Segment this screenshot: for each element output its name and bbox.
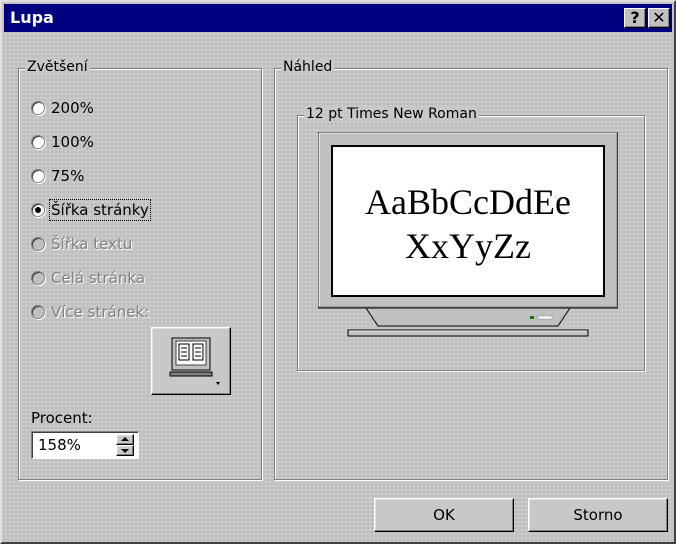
radio-many-pages: Více stránek: [31, 301, 149, 323]
percent-spinbox[interactable]: 158% [31, 431, 139, 459]
radio-button-icon [31, 101, 45, 115]
percent-label: Procent: [31, 409, 93, 427]
close-button[interactable]: ✕ [648, 8, 670, 28]
font-preview-groupbox: 12 pt Times New Roman AaBbCcDdEe XxYyZz [297, 106, 645, 371]
cancel-button[interactable]: Storno [528, 498, 668, 532]
radio-button-icon [31, 271, 45, 285]
zoom-groupbox: Zvětšení 200% 100% 75% Šířka stránky Šíř… [18, 59, 262, 480]
radio-button-icon [31, 305, 45, 319]
radio-label: 200% [51, 99, 94, 117]
zoom-dialog: Lupa ? ✕ Zvětšení 200% 100% 75% Šířka st… [0, 0, 676, 544]
radio-button-selected-icon [31, 203, 45, 217]
arrow-up-icon [121, 437, 129, 441]
sample-line-2: XxYyZz [405, 226, 531, 266]
dialog-title: Lupa [10, 8, 54, 27]
preview-group-legend: Náhled [281, 59, 335, 75]
ok-button[interactable]: OK [374, 498, 514, 532]
radio-100[interactable]: 100% [31, 131, 94, 153]
font-info-legend: 12 pt Times New Roman [304, 106, 479, 122]
spin-up-button[interactable] [116, 434, 134, 445]
font-sample-text: AaBbCcDdEe XxYyZz [334, 180, 602, 268]
spin-down-button[interactable] [116, 445, 134, 456]
radio-text-width: Šířka textu [31, 233, 132, 255]
radio-button-icon [31, 135, 45, 149]
title-bar[interactable]: Lupa ? ✕ [4, 4, 672, 32]
radio-label: 75% [51, 167, 85, 185]
radio-label: Celá stránka [51, 269, 146, 287]
multi-page-monitor-icon [169, 337, 220, 385]
radio-label: 100% [51, 133, 94, 151]
arrow-down-icon [121, 449, 129, 453]
radio-page-width[interactable]: Šířka stránky [31, 199, 151, 221]
sample-line-1: AaBbCcDdEe [365, 182, 571, 222]
help-button[interactable]: ? [624, 8, 646, 28]
radio-label: Šířka stránky [49, 199, 151, 221]
radio-button-icon [31, 237, 45, 251]
radio-label: Šířka textu [51, 235, 133, 253]
radio-button-icon [31, 169, 45, 183]
zoom-group-legend: Zvětšení [25, 59, 90, 75]
radio-75[interactable]: 75% [31, 165, 84, 187]
percent-input[interactable]: 158% [38, 436, 81, 454]
radio-label: Více stránek: [51, 303, 150, 321]
radio-200[interactable]: 200% [31, 97, 94, 119]
many-pages-picker-button[interactable] [151, 327, 231, 395]
radio-whole-page: Celá stránka [31, 267, 145, 289]
preview-groupbox: Náhled 12 pt Times New Roman AaBbCcDdEe … [274, 59, 668, 480]
